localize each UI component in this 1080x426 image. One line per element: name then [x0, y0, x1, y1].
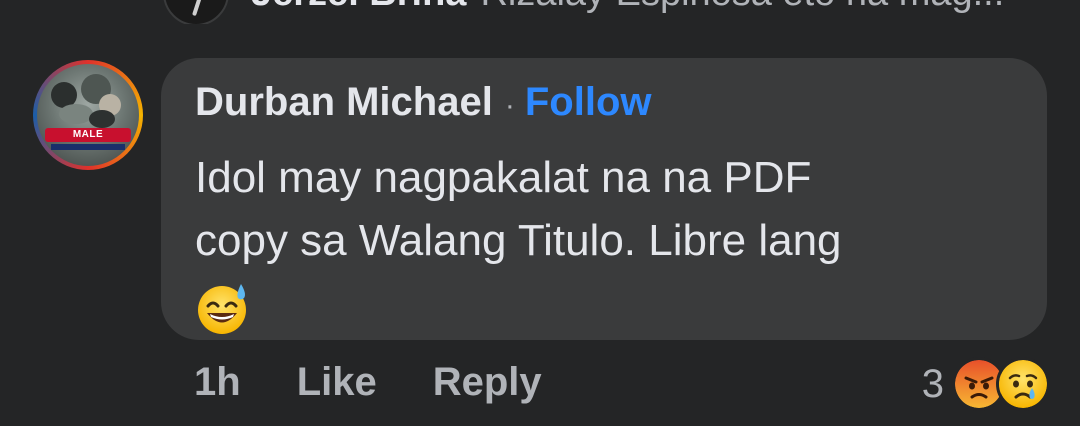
author-name[interactable]: Durban Michael	[195, 80, 493, 125]
previous-reply-ellipsis: ...	[973, 0, 1005, 15]
previous-reply-author[interactable]: Jerzel Brina	[251, 0, 466, 15]
grinning-face-with-sweat-icon	[198, 284, 246, 335]
follow-button[interactable]: Follow	[525, 80, 652, 125]
like-button[interactable]: Like	[297, 360, 377, 405]
avatar-banner: MALE	[45, 128, 131, 142]
comment-thread: Jerzel Brina Rizalay Espinosa eto na mag…	[0, 0, 1080, 426]
previous-reply-text: Rizalay Espinosa eto na mag	[480, 0, 972, 15]
reaction-count: 3	[921, 361, 944, 406]
previous-reply-avatar[interactable]	[163, 0, 229, 24]
avatar[interactable]: MALE	[33, 60, 143, 170]
separator-dot: ·	[504, 89, 515, 122]
comment-text-line: copy sa Walang Titulo. Libre lang	[195, 216, 842, 265]
comment-emoji-line	[195, 272, 1015, 336]
comment-text-line: Idol may nagpakalat na na PDF	[195, 153, 812, 202]
avatar-image: MALE	[37, 64, 139, 166]
comment-actions: 1h Like Reply	[194, 360, 542, 405]
reaction-summary[interactable]: 3	[922, 357, 1050, 411]
sad-reaction-icon	[996, 357, 1050, 411]
comment-bubble: Durban Michael · Follow Idol may nagpaka…	[161, 58, 1047, 340]
previous-reply[interactable]: Jerzel Brina Rizalay Espinosa eto na mag…	[163, 0, 1063, 24]
avatar-banner-text: MALE	[72, 129, 104, 140]
reply-button[interactable]: Reply	[433, 360, 542, 405]
comment-text: Idol may nagpakalat na na PDF copy sa Wa…	[195, 146, 1015, 336]
comment-timestamp[interactable]: 1h	[194, 360, 241, 405]
avatar-strip	[51, 144, 125, 150]
comment-header: Durban Michael · Follow	[195, 80, 651, 125]
